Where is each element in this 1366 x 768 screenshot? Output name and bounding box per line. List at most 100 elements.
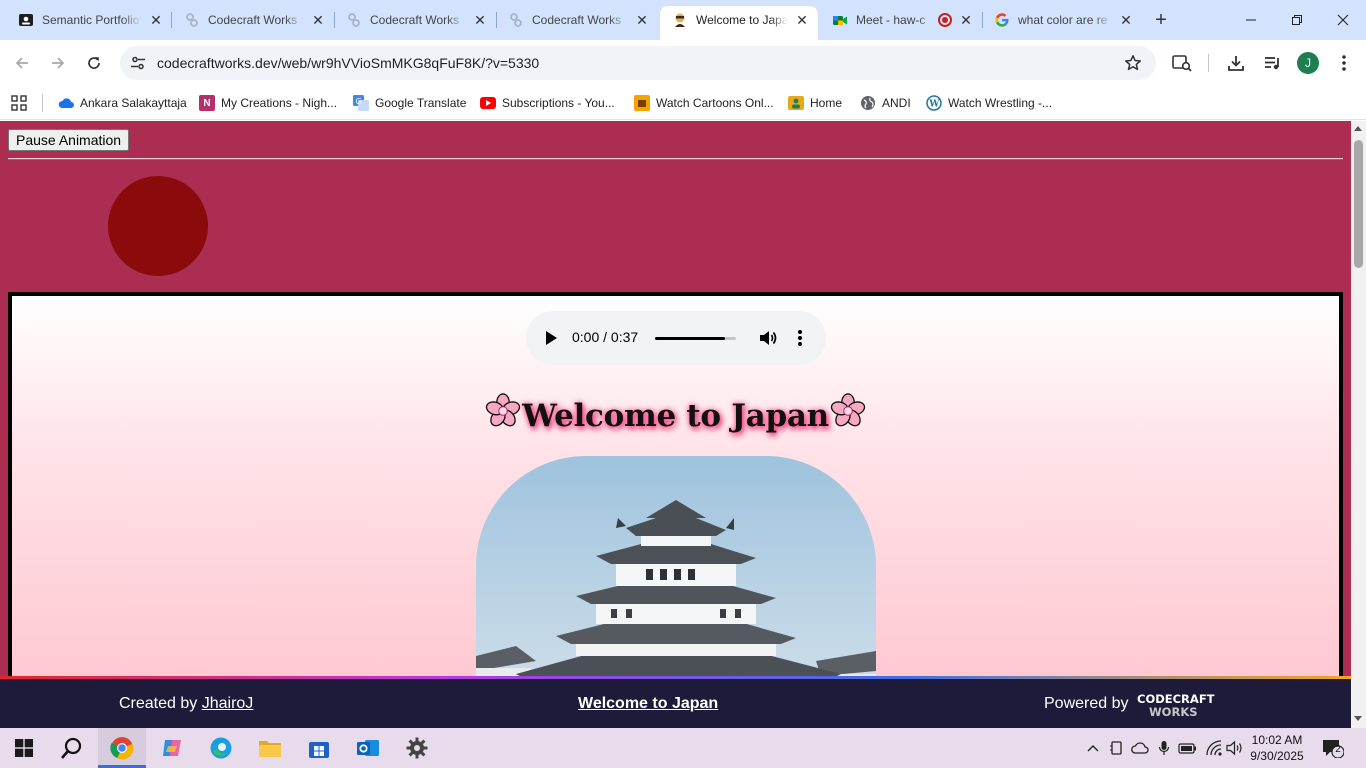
windows-start-icon[interactable]: [0, 728, 48, 768]
tab-google-search[interactable]: what color are re ✕: [982, 6, 1142, 34]
downloads-icon[interactable]: [1224, 51, 1248, 75]
microsoft-store-icon[interactable]: [295, 728, 343, 768]
bookmark-star-icon[interactable]: [1124, 54, 1142, 72]
toolbar-separator: [1208, 54, 1209, 72]
wordpress-icon: W: [926, 95, 942, 111]
audio-volume-fill: [655, 337, 725, 340]
settings-gear-icon[interactable]: [393, 728, 441, 768]
copilot-icon[interactable]: [148, 728, 196, 768]
tab-title: Semantic Portfolio: [42, 13, 140, 27]
edge-icon[interactable]: [197, 728, 245, 768]
bookmark-label: Watch Cartoons Onl...: [656, 96, 774, 110]
tab-welcome-to-japan[interactable]: Welcome to Japan ✕: [660, 6, 818, 40]
tab-semantic-portfolio[interactable]: Semantic Portfolio ✕: [6, 6, 172, 34]
search-icon[interactable]: [48, 728, 96, 768]
horizontal-rule: [8, 158, 1343, 160]
system-clock[interactable]: 10:02 AM 9/30/2025: [1244, 732, 1310, 764]
globe-icon: [860, 95, 876, 111]
clock-date: 9/30/2025: [1250, 749, 1304, 763]
speaker-icon[interactable]: [1226, 738, 1246, 758]
powered-by-text: Powered by: [1044, 695, 1129, 712]
codecraft-works-logo[interactable]: CODECRAFT WORKS: [1137, 692, 1232, 718]
svg-text:W: W: [928, 100, 940, 110]
bookmark-label: Watch Wrestling -...: [948, 96, 1053, 110]
apps-grid-icon[interactable]: [11, 92, 27, 114]
site-settings-icon[interactable]: [128, 53, 148, 73]
page-title-text: Welcome to Japan: [522, 398, 829, 434]
forward-icon[interactable]: [44, 49, 72, 77]
new-tab-button[interactable]: +: [1150, 9, 1172, 31]
chrome-taskbar-icon[interactable]: [98, 728, 146, 768]
audio-player: 0:00 / 0:37: [526, 311, 826, 365]
tab-codecraft-2[interactable]: Codecraft Works ✕: [334, 6, 496, 34]
cartoons-icon: [634, 95, 650, 111]
tab-codecraft-1[interactable]: Codecraft Works ✕: [172, 6, 334, 34]
close-tab-icon[interactable]: ✕: [794, 12, 810, 28]
close-tab-icon[interactable]: ✕: [148, 12, 164, 28]
tab-title: Meet - haw-c: [856, 13, 926, 27]
footer-home-link[interactable]: Welcome to Japan: [578, 695, 718, 713]
portfolio-favicon-icon: [18, 12, 34, 28]
file-explorer-icon[interactable]: [246, 728, 294, 768]
address-bar[interactable]: codecraftworks.dev/web/wr9hVVioSmMKG8qFu…: [120, 46, 1156, 80]
back-icon[interactable]: [8, 49, 36, 77]
show-hidden-icons-icon[interactable]: [1083, 738, 1103, 758]
footer-credit: Created by JhairoJ: [119, 695, 253, 713]
more-options-icon[interactable]: [794, 328, 806, 348]
audio-progress-track[interactable]: [655, 337, 736, 340]
bookmark-home[interactable]: Home: [788, 92, 842, 114]
codecraft-favicon-icon: [346, 12, 362, 28]
bookmark-my-creations[interactable]: N My Creations - Nigh...: [199, 92, 337, 114]
media-controls-icon[interactable]: [1260, 51, 1284, 75]
tab-codecraft-3[interactable]: Codecraft Works ✕: [496, 6, 658, 34]
cherry-blossom-icon: [830, 393, 865, 427]
bookmark-watch-cartoons[interactable]: Watch Cartoons Onl...: [634, 92, 774, 114]
notifications-icon[interactable]: 2: [1322, 738, 1345, 759]
battery-icon[interactable]: [1178, 738, 1198, 758]
profile-avatar[interactable]: J: [1297, 52, 1319, 74]
clock-time: 10:02 AM: [1251, 733, 1303, 747]
content-frame: 0:00 / 0:37 Welcome to Japan: [8, 292, 1343, 728]
close-tab-icon[interactable]: ✕: [1118, 12, 1134, 28]
page-title: Welcome to Japan: [12, 392, 1339, 434]
tab-title: Codecraft Works: [532, 13, 622, 27]
scrollbar-thumb[interactable]: [1354, 140, 1363, 268]
meet-now-icon[interactable]: [1107, 738, 1127, 758]
author-link[interactable]: JhairoJ: [202, 695, 254, 712]
page-scrollbar[interactable]: [1351, 121, 1366, 728]
codecraft-favicon-icon: [508, 12, 524, 28]
reload-icon[interactable]: [80, 49, 108, 77]
play-icon[interactable]: [546, 331, 557, 345]
logo-top-text: CODECRAFT: [1137, 692, 1215, 706]
scroll-down-icon[interactable]: [1354, 716, 1362, 721]
home-icon: [788, 95, 804, 111]
microphone-icon[interactable]: [1154, 738, 1174, 758]
bookmark-google-translate[interactable]: G Google Translate: [353, 92, 466, 114]
japan-favicon-icon: [672, 12, 688, 28]
restore-icon[interactable]: [1274, 0, 1320, 40]
created-by-text: Created by: [119, 695, 198, 712]
windows-taskbar: 10:02 AM 9/30/2025 2: [0, 728, 1366, 768]
minimize-icon[interactable]: [1228, 0, 1274, 40]
tab-meet[interactable]: Meet - haw-c ✕: [820, 6, 982, 34]
close-tab-icon[interactable]: ✕: [634, 12, 650, 28]
scroll-up-icon[interactable]: [1354, 126, 1362, 131]
wifi-icon[interactable]: [1204, 738, 1224, 758]
logo-bottom-text: WORKS: [1149, 705, 1198, 718]
bookmark-youtube[interactable]: Subscriptions - You...: [480, 92, 615, 114]
bookmark-andi[interactable]: ANDI: [860, 92, 911, 114]
outlook-icon[interactable]: [344, 728, 392, 768]
close-tab-icon[interactable]: ✕: [472, 12, 488, 28]
lens-search-icon[interactable]: [1170, 51, 1194, 75]
close-tab-icon[interactable]: ✕: [958, 12, 974, 28]
onedrive-cloud-icon[interactable]: [1130, 738, 1150, 758]
bookmark-ankara[interactable]: Ankara Salakayttaja: [58, 92, 187, 114]
bookmark-watch-wrestling[interactable]: W Watch Wrestling -...: [926, 92, 1052, 114]
tab-title: Codecraft Works: [370, 13, 460, 27]
browser-menu-icon[interactable]: [1332, 51, 1356, 75]
pause-animation-button[interactable]: Pause Animation: [8, 129, 130, 151]
volume-icon[interactable]: [758, 328, 778, 348]
bookmark-label: Google Translate: [375, 96, 467, 110]
close-tab-icon[interactable]: ✕: [310, 12, 326, 28]
close-window-icon[interactable]: [1320, 0, 1366, 40]
